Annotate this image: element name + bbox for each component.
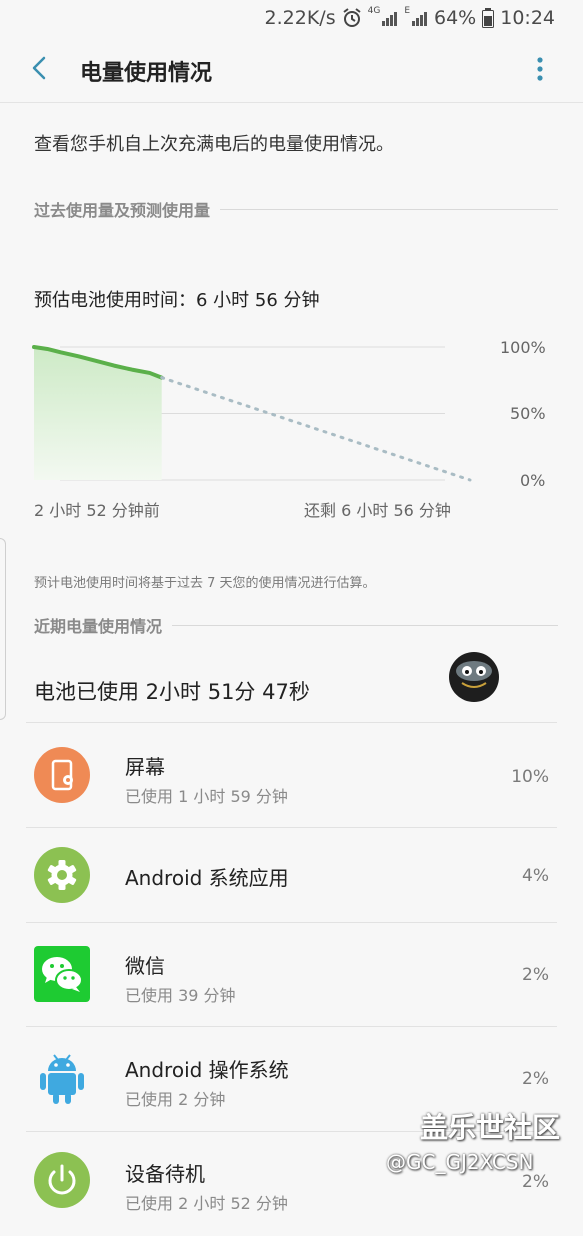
gear-icon	[34, 847, 90, 903]
section-title-usage: 过去使用量及预测使用量	[34, 201, 211, 220]
edge-panel-handle[interactable]	[0, 538, 6, 720]
app-name: 设备待机	[125, 1162, 205, 1186]
list-item-screen[interactable]: 屏幕 已使用 1 小时 59 分钟 10%	[0, 723, 583, 827]
status-bar: 2.22K/s 4G E 64% 10:24	[0, 0, 583, 36]
app-usage: 已使用 2 分钟	[125, 1090, 226, 1109]
signal-icon-2	[412, 12, 427, 26]
y-tick-0: 0%	[520, 471, 546, 490]
app-bar: 电量使用情况	[0, 36, 583, 103]
battery-chart	[32, 345, 472, 482]
watermark-title: 盖乐世社区	[420, 1111, 561, 1144]
section-header-usage: 过去使用量及预测使用量	[34, 197, 558, 221]
signal-icon	[382, 12, 398, 26]
wechat-icon	[34, 946, 90, 1002]
watermark-user: @GC_GJ2XCSN	[386, 1150, 534, 1174]
network-speed: 2.22K/s	[264, 7, 336, 29]
app-percent: 2%	[522, 1172, 549, 1192]
section-divider	[172, 624, 558, 626]
battery-icon	[482, 8, 495, 28]
clock: 10:24	[500, 7, 555, 29]
app-percent: 2%	[522, 965, 549, 985]
battery-percent: 64%	[434, 7, 477, 29]
intro-text: 查看您手机自上次充满电后的电量使用情况。	[34, 134, 394, 155]
app-percent: 10%	[511, 767, 549, 787]
app-usage: 已使用 1 小时 59 分钟	[125, 787, 288, 806]
app-name: 微信	[125, 954, 165, 978]
x-label-start: 2 小时 52 分钟前	[34, 501, 160, 520]
section-divider	[220, 208, 558, 210]
section-header-recent: 近期电量使用情况	[34, 613, 558, 637]
floating-avatar-icon[interactable]	[448, 651, 500, 703]
back-arrow-icon[interactable]	[26, 54, 54, 82]
app-usage: 已使用 2 小时 52 分钟	[125, 1194, 288, 1213]
app-usage: 已使用 39 分钟	[125, 986, 236, 1005]
more-options-icon[interactable]	[528, 54, 552, 84]
app-percent: 2%	[522, 1069, 549, 1089]
y-tick-100: 100%	[500, 338, 546, 357]
battery-used-text: 电池已使用 2小时 51分 47秒	[34, 680, 310, 704]
estimate-note: 预计电池使用时间将基于过去 7 天您的使用情况进行估算。	[34, 576, 376, 591]
android-icon	[40, 1054, 84, 1104]
predicted-usage-line	[160, 376, 472, 482]
list-item-wechat[interactable]: 微信 已使用 39 分钟 2%	[0, 923, 583, 1026]
app-name: Android 系统应用	[125, 866, 289, 890]
app-name: Android 操作系统	[125, 1058, 289, 1082]
screen-icon	[34, 747, 90, 803]
network-type-1: 4G	[367, 6, 381, 16]
app-percent: 4%	[522, 866, 549, 886]
page-title: 电量使用情况	[80, 61, 213, 86]
network-type-2: E	[404, 6, 410, 16]
past-usage-area	[34, 347, 162, 480]
list-item-android-system-apps[interactable]: Android 系统应用 4%	[0, 828, 583, 922]
list-item-device-standby[interactable]: 设备待机 已使用 2 小时 52 分钟 2%	[0, 1132, 583, 1236]
section-title-recent: 近期电量使用情况	[34, 617, 163, 636]
alarm-icon	[343, 8, 361, 27]
x-label-end: 还剩 6 小时 56 分钟	[304, 501, 451, 520]
estimated-time: 预估电池使用时间：6 小时 56 分钟	[34, 290, 320, 311]
app-name: 屏幕	[125, 755, 165, 779]
y-tick-50: 50%	[510, 404, 546, 423]
